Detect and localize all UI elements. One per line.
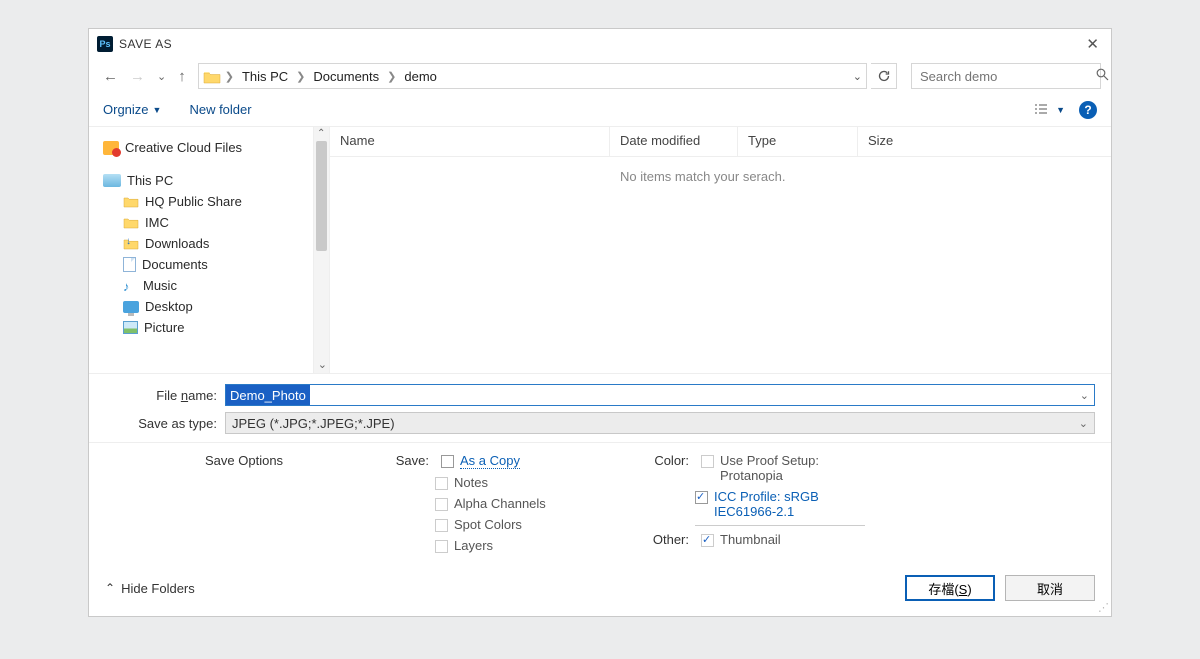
checkbox-layers[interactable]	[435, 540, 448, 553]
label-thumbnail: Thumbnail	[720, 532, 781, 547]
checkbox-as-copy[interactable]	[441, 455, 454, 468]
creative-cloud-icon	[103, 141, 119, 155]
dialog-title: SAVE AS	[119, 37, 1082, 51]
caret-down-icon: ▼	[153, 105, 162, 115]
breadcrumb-bar[interactable]: ❯ This PC ❯ Documents ❯ demo ⌄	[198, 63, 867, 89]
checkbox-thumbnail[interactable]	[701, 534, 714, 547]
options-heading: Save Options	[205, 453, 305, 468]
tree-downloads[interactable]: Downloads	[103, 233, 323, 254]
scrollbar-thumb[interactable]	[316, 141, 327, 251]
history-dropdown[interactable]: ⌄	[153, 70, 170, 83]
column-headers: Name Date modified Type Size	[330, 127, 1111, 157]
label-layers: Layers	[454, 538, 493, 553]
cancel-button[interactable]: 取消	[1005, 575, 1095, 601]
save-as-dialog: Ps SAVE AS ✕ ← → ⌄ ↑ ❯ This PC ❯ Documen…	[88, 28, 1112, 617]
label-as-copy: As a Copy	[460, 453, 520, 469]
caret-down-icon: ▼	[1056, 105, 1065, 115]
back-button[interactable]: ←	[99, 68, 122, 85]
checkbox-icc[interactable]	[695, 491, 708, 504]
folder-tree: Creative Cloud Files This PC HQ Public S…	[89, 127, 329, 373]
computer-icon	[103, 174, 121, 187]
titlebar: Ps SAVE AS ✕	[89, 29, 1111, 59]
crumb-documents[interactable]: Documents	[311, 69, 381, 84]
divider	[695, 525, 865, 526]
label-notes: Notes	[454, 475, 488, 490]
desktop-icon	[123, 301, 139, 313]
address-bar-row: ← → ⌄ ↑ ❯ This PC ❯ Documents ❯ demo ⌄	[89, 59, 1111, 93]
save-group-label: Save:	[385, 453, 429, 468]
label-icc: ICC Profile: sRGB IEC61966-2.1	[714, 489, 874, 519]
other-group-label: Other:	[645, 532, 689, 547]
col-date[interactable]: Date modified	[610, 127, 738, 156]
col-type[interactable]: Type	[738, 127, 858, 156]
documents-icon	[123, 257, 136, 272]
checkbox-notes[interactable]	[435, 477, 448, 490]
folder-icon	[203, 70, 219, 83]
filename-dropdown-icon[interactable]: ⌄	[1080, 389, 1089, 402]
crumb-demo[interactable]: demo	[402, 69, 439, 84]
chevron-down-icon: ⌄	[1079, 417, 1088, 430]
checkbox-alpha[interactable]	[435, 498, 448, 511]
label-spot: Spot Colors	[454, 517, 522, 532]
search-icon	[1096, 68, 1109, 84]
file-list: Name Date modified Type Size No items ma…	[329, 127, 1111, 373]
col-name[interactable]: Name	[330, 127, 610, 156]
chevron-down-icon[interactable]: ⌄	[318, 358, 327, 371]
tree-music[interactable]: ♪ Music	[103, 275, 323, 296]
save-button[interactable]: 存檔(S)	[905, 575, 995, 601]
filename-form: File name: Demo_Photo ⌄ Save as type: JP…	[89, 373, 1111, 443]
tree-creative-cloud[interactable]: Creative Cloud Files	[103, 137, 323, 158]
chevron-right-icon: ❯	[219, 70, 240, 83]
pictures-icon	[123, 321, 138, 334]
view-options[interactable]: ▼	[1034, 103, 1065, 117]
empty-message: No items match your serach.	[620, 169, 785, 184]
main-area: Creative Cloud Files This PC HQ Public S…	[89, 127, 1111, 373]
search-input[interactable]	[920, 69, 1096, 84]
tree-imc[interactable]: IMC	[103, 212, 323, 233]
checkbox-proof[interactable]	[701, 455, 714, 468]
search-box[interactable]	[911, 63, 1101, 89]
crumb-this-pc[interactable]: This PC	[240, 69, 290, 84]
hide-folders-toggle[interactable]: ⌃ Hide Folders	[105, 581, 195, 596]
help-button[interactable]: ?	[1079, 101, 1097, 119]
tree-picture[interactable]: Picture	[103, 317, 323, 338]
checkbox-spot[interactable]	[435, 519, 448, 532]
filename-input[interactable]	[225, 384, 1095, 406]
music-icon: ♪	[123, 279, 137, 293]
chevron-right-icon: ❯	[290, 70, 311, 83]
tree-this-pc[interactable]: This PC	[103, 170, 323, 191]
photoshop-icon: Ps	[97, 36, 113, 52]
label-alpha: Alpha Channels	[454, 496, 546, 511]
downloads-icon	[123, 237, 139, 250]
breadcrumb-dropdown[interactable]: ⌄	[853, 70, 862, 83]
resize-grip[interactable]: ⋰	[1098, 601, 1107, 614]
folder-icon	[123, 216, 139, 229]
save-options: Save Options Save: As a Copy Notes Alpha…	[89, 443, 1111, 565]
tree-documents[interactable]: Documents	[103, 254, 323, 275]
save-type-dropdown[interactable]: JPEG (*.JPG;*.JPEG;*.JPE) ⌄	[225, 412, 1095, 434]
organize-menu[interactable]: Orgnize ▼	[103, 102, 161, 117]
refresh-button[interactable]	[871, 63, 897, 89]
scrollbar[interactable]: ⌃	[313, 127, 329, 373]
up-button[interactable]: ↑	[174, 68, 190, 85]
new-folder-button[interactable]: New folder	[189, 102, 251, 117]
tree-desktop[interactable]: Desktop	[103, 296, 323, 317]
forward-button[interactable]: →	[126, 68, 149, 85]
folder-icon	[123, 195, 139, 208]
type-label: Save as type:	[105, 416, 225, 431]
close-icon[interactable]: ✕	[1082, 35, 1103, 53]
color-group-label: Color:	[645, 453, 689, 468]
list-view-icon	[1034, 103, 1052, 117]
tree-hq-public[interactable]: HQ Public Share	[103, 191, 323, 212]
col-size[interactable]: Size	[858, 127, 948, 156]
label-proof: Use Proof Setup: Protanopia	[720, 453, 870, 483]
chevron-up-icon: ⌃	[105, 581, 115, 595]
dialog-footer: ⌃ Hide Folders 存檔(S) 取消	[89, 565, 1111, 611]
chevron-right-icon: ❯	[381, 70, 402, 83]
toolbar: Orgnize ▼ New folder ▼ ?	[89, 93, 1111, 127]
filename-label: File name:	[105, 388, 225, 403]
